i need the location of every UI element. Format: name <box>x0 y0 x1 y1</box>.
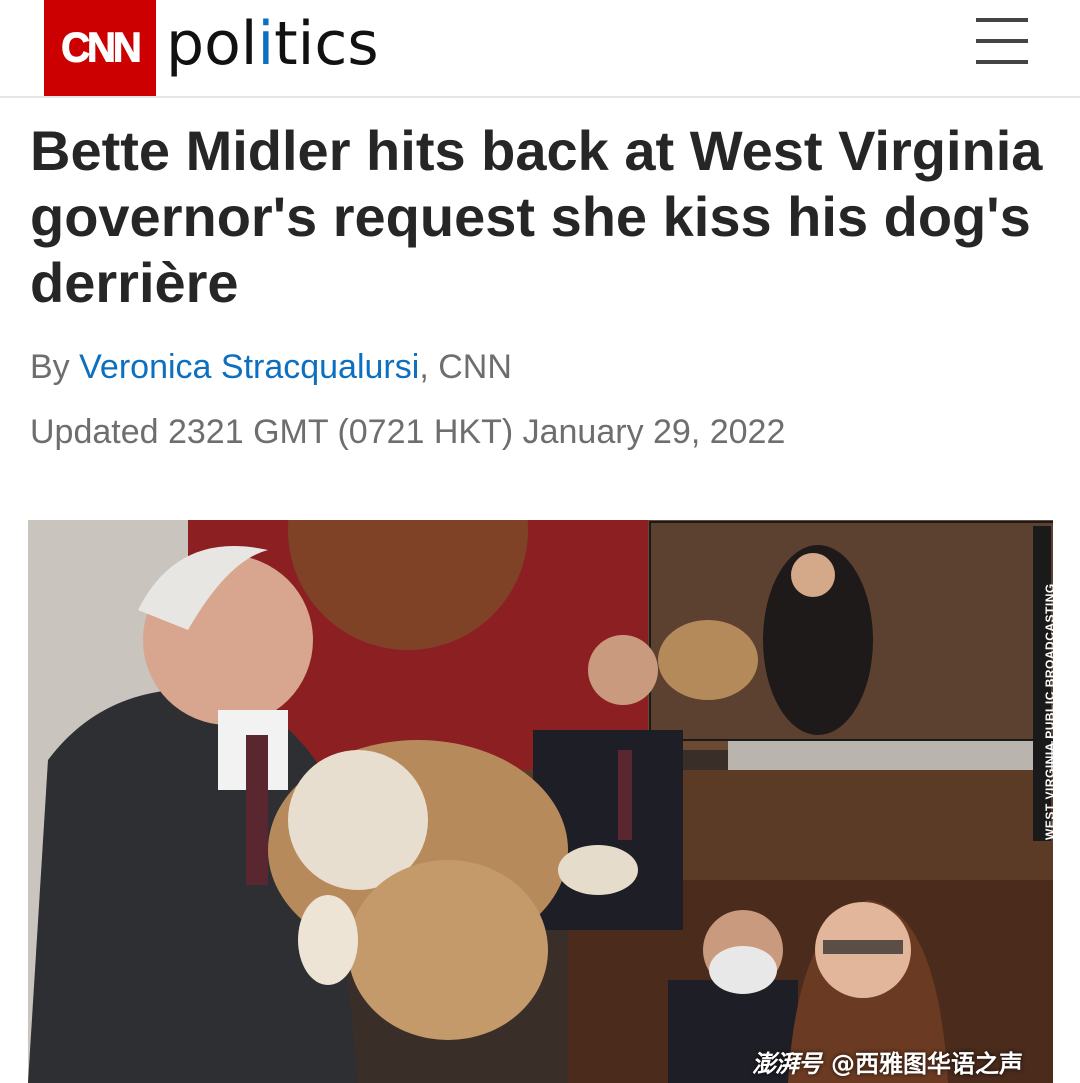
photo-illustration <box>28 520 1053 1083</box>
section-title-part: pol <box>166 9 258 79</box>
author-link[interactable]: Veronica Stracqualursi <box>79 348 419 386</box>
menu-line <box>976 18 1028 22</box>
menu-line <box>976 60 1028 64</box>
section-title-accent: i <box>257 9 275 79</box>
cnn-logo[interactable]: CNN <box>44 0 156 96</box>
section-title-politics[interactable]: pol i tics <box>166 4 379 84</box>
updated-timestamp: Updated 2321 GMT (0721 HKT) January 29, … <box>30 413 786 451</box>
watermark: 澎湃号 @西雅图华语之声 <box>752 1043 1023 1079</box>
article-photo[interactable] <box>28 520 1053 1083</box>
watermark-logo: 澎湃号 <box>752 1049 822 1078</box>
site-header: CNN pol i tics <box>0 0 1080 98</box>
photo-credit: WEST VIRGINIA PUBLIC BROADCASTING <box>1043 583 1057 840</box>
article-byline: By Veronica Stracqualursi, CNN <box>30 348 512 387</box>
watermark-text: @西雅图华语之声 <box>831 1049 1023 1078</box>
byline-source: , CNN <box>419 348 512 386</box>
article-page: CNN pol i tics Bette Midler hits back at W… <box>0 0 1080 1083</box>
hamburger-menu-icon[interactable] <box>976 16 1028 66</box>
byline-prefix: By <box>30 348 80 386</box>
article-headline: Bette Midler hits back at West Virginia … <box>30 119 1043 314</box>
menu-line <box>976 39 1028 43</box>
section-title-part: tics <box>274 9 379 79</box>
cnn-logo-text: CNN <box>61 24 143 71</box>
